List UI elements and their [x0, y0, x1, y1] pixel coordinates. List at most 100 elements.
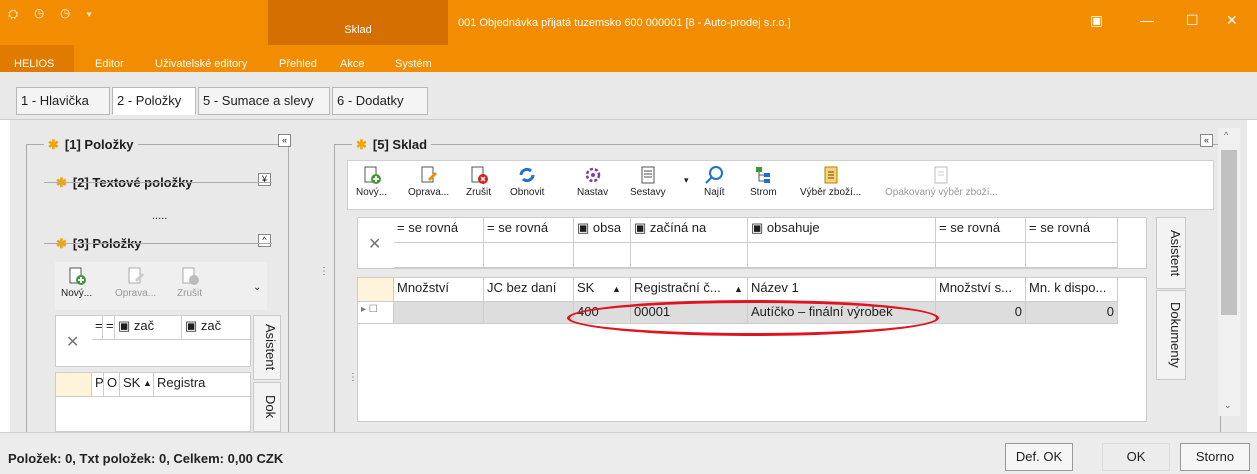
side-tab-asistent[interactable]: Asistent: [1156, 217, 1186, 289]
collapse-right-icon[interactable]: «: [1200, 134, 1213, 147]
tab-polozky[interactable]: 2 - Položky: [112, 87, 196, 115]
scroll-thumb[interactable]: [1221, 150, 1237, 315]
filter-op[interactable]: =: [92, 316, 103, 340]
cell-mnozstvi[interactable]: [394, 302, 484, 324]
filter-input[interactable]: [936, 243, 1026, 268]
cell-jc[interactable]: [484, 302, 574, 324]
content-area: ✱ [1] Položky « ✱ [2] Textové položky ¥ ..…: [10, 120, 1247, 434]
col-p[interactable]: P: [92, 373, 104, 397]
group-border: [334, 144, 1220, 145]
filter-jc[interactable]: = se rovná: [484, 218, 574, 243]
filter-input[interactable]: [748, 243, 936, 268]
col-registrace[interactable]: Registra: [154, 373, 252, 397]
side-tab-dok-left[interactable]: Dok: [253, 382, 281, 432]
splitter-handle-icon[interactable]: ⋮: [319, 266, 329, 277]
refresh-button[interactable]: Obnovit: [510, 165, 544, 198]
filter-mnozstvi-s[interactable]: = se rovná: [936, 218, 1026, 243]
panel-title-text: [1] Položky: [64, 137, 134, 152]
storno-button[interactable]: Storno: [1180, 443, 1250, 471]
cell-mn-k-dispo[interactable]: 0: [1026, 302, 1118, 324]
edit-button[interactable]: Oprava...: [115, 266, 156, 299]
group-border: [288, 144, 289, 434]
menu-helios[interactable]: HELIOS: [14, 58, 54, 70]
scroll-down-icon[interactable]: ⌄: [1224, 400, 1232, 411]
scroll-up-icon[interactable]: ^: [1224, 130, 1228, 140]
minimize-button[interactable]: —: [1140, 12, 1154, 28]
filter-mnozstvi[interactable]: = se rovná: [394, 218, 484, 243]
col-mn-k-dispo[interactable]: Mn. k dispo...: [1026, 278, 1118, 302]
expand-icon[interactable]: ¥: [258, 173, 271, 186]
close-button[interactable]: ✕: [1226, 12, 1238, 29]
cell-mnozstvi-s[interactable]: 0: [936, 302, 1026, 324]
sort-asc-icon[interactable]: ▲: [609, 278, 631, 302]
filter-input[interactable]: [484, 243, 574, 268]
filter-input[interactable]: [631, 243, 748, 268]
edit-doc-icon: [421, 166, 437, 183]
delete-button[interactable]: Zrušit: [177, 266, 202, 299]
sort-asc-icon[interactable]: ▲: [140, 373, 154, 397]
col-mnozstvi[interactable]: Množství: [394, 278, 484, 302]
dropdown-arrow-icon[interactable]: ▾: [684, 175, 689, 186]
tab-hlavicka[interactable]: 1 - Hlavička: [16, 87, 110, 115]
col-mnozstvi-s[interactable]: Množství s...: [936, 278, 1026, 302]
maximize-button[interactable]: ☐: [1186, 12, 1199, 29]
menu-user-editors[interactable]: Uživatelské editory: [155, 58, 247, 70]
side-tab-dokumenty[interactable]: Dokumenty: [1156, 290, 1186, 380]
collapse-up-icon[interactable]: ^: [258, 234, 271, 247]
col-jc-bez-dani[interactable]: JC bez daní: [484, 278, 574, 302]
report-icon: [641, 166, 655, 184]
tree-button-label: Strom: [750, 187, 777, 198]
col-registracni[interactable]: Registrační č...: [631, 278, 731, 302]
filter-input[interactable]: [1026, 243, 1118, 268]
filter-registrace[interactable]: ▣ začíná na: [631, 218, 748, 243]
edit-doc-icon: [128, 267, 144, 284]
menu-prehled[interactable]: Přehled: [279, 58, 317, 70]
quick-access-icons[interactable]: ⛭ ◷ ◷ ▾: [8, 6, 98, 22]
edit-button-label: Oprava...: [408, 187, 450, 198]
reports-button[interactable]: Sestavy: [630, 165, 666, 198]
new-button[interactable]: Nový...: [61, 266, 92, 299]
star-icon: ✱: [48, 137, 59, 152]
tree-button[interactable]: Strom: [750, 165, 777, 198]
row-header-cell: [56, 373, 92, 397]
find-button[interactable]: Najít: [704, 165, 725, 198]
edit-button[interactable]: Oprava...: [408, 165, 449, 198]
ok-button[interactable]: OK: [1102, 443, 1170, 471]
filter-input[interactable]: [394, 243, 484, 268]
delete-doc-icon: [471, 166, 488, 184]
select-goods-button[interactable]: Výběr zboží...: [800, 165, 861, 198]
clear-filter-icon[interactable]: ✕: [66, 332, 79, 352]
col-sk[interactable]: SK: [120, 373, 140, 397]
new-button[interactable]: Nový...: [356, 165, 387, 198]
chevron-down-icon[interactable]: ⌄: [253, 282, 261, 293]
delete-doc-icon: [182, 267, 199, 285]
filter-input[interactable]: [574, 243, 631, 268]
filter-nazev[interactable]: ▣ obsahuje: [748, 218, 936, 243]
delete-button[interactable]: Zrušit: [466, 165, 491, 198]
repeat-select-goods-button[interactable]: Opakovaný výběr zboží...: [885, 165, 998, 198]
col-nazev[interactable]: Název 1: [748, 278, 936, 302]
col-o[interactable]: O: [104, 373, 120, 397]
row-selector[interactable]: ▸ ☐: [358, 302, 394, 324]
filter-op[interactable]: =: [103, 316, 115, 340]
filter-op[interactable]: ▣ zač: [182, 316, 252, 340]
clear-filter-icon[interactable]: ✕: [368, 234, 381, 254]
side-tab-asistent-left[interactable]: Asistent: [253, 315, 281, 380]
def-ok-button[interactable]: Def. OK: [1005, 443, 1073, 471]
col-sk[interactable]: SK: [574, 278, 609, 302]
settings-button-label: Nastav: [577, 187, 609, 198]
menu-akce[interactable]: Akce: [340, 58, 364, 70]
settings-button[interactable]: Nastav: [577, 165, 608, 198]
tab-dodatky[interactable]: 6 - Dodatky: [332, 87, 428, 115]
menu-editor[interactable]: Editor: [95, 58, 124, 70]
ribbon-toggle-icon[interactable]: ▣: [1090, 12, 1103, 29]
tab-sumace[interactable]: 5 - Sumace a slevy: [198, 87, 330, 115]
filter-mn-k-dispo[interactable]: = se rovná: [1026, 218, 1118, 243]
filter-sk[interactable]: ▣ obsa: [574, 218, 631, 243]
menu-system[interactable]: Systém: [395, 58, 432, 70]
sort-asc-icon[interactable]: ▲: [731, 278, 748, 302]
collapse-left-icon[interactable]: «: [278, 134, 291, 147]
filter-op[interactable]: ▣ zač: [115, 316, 182, 340]
vertical-scrollbar[interactable]: ^ ⌄: [1218, 128, 1240, 416]
right-data-grid: Množství JC bez daní SK ▲ Registrační č.…: [357, 277, 1147, 422]
